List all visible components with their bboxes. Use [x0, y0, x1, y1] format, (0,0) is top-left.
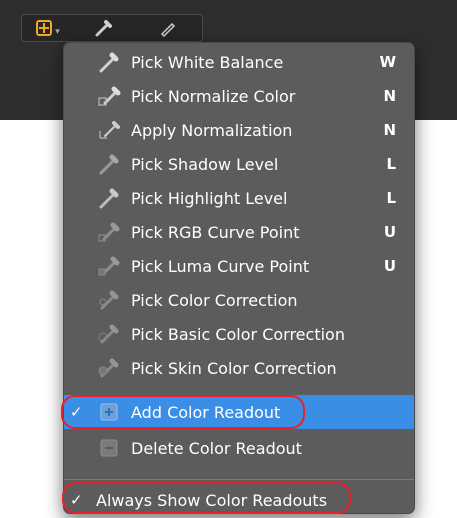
eyedropper-icon: [95, 20, 112, 37]
pen-icon: [160, 22, 176, 38]
menu-item-shortcut: U: [383, 257, 396, 275]
menu-item-apply-normalization[interactable]: Apply Normalization N: [64, 113, 414, 147]
menu-item-pick-color-correction[interactable]: Pick Color Correction: [64, 283, 414, 317]
menu-item-always-show-color-readouts[interactable]: ✓ Always Show Color Readouts: [64, 483, 414, 513]
chevron-down-icon: ▾: [55, 27, 60, 37]
highlight-eyedropper-icon: [96, 186, 122, 210]
rgb-curve-eyedropper-icon: [96, 220, 122, 244]
menu-item-label: Pick Basic Color Correction: [131, 324, 345, 344]
menu-item-label: Add Color Readout: [131, 402, 281, 422]
menu-item-pick-shadow-level[interactable]: Pick Shadow Level L: [64, 147, 414, 181]
basic-color-correction-eyedropper-icon: [96, 322, 122, 346]
menu-item-label: Pick Normalize Color: [131, 86, 296, 106]
shadow-eyedropper-icon: [96, 152, 122, 176]
menu-item-shortcut: N: [383, 121, 396, 139]
menu-item-label: Pick RGB Curve Point: [131, 222, 300, 242]
menu-item-label: Pick Luma Curve Point: [131, 256, 310, 276]
menu-item-label: Pick Skin Color Correction: [131, 358, 337, 378]
pen-tool-button[interactable]: [148, 15, 188, 41]
menu-item-pick-basic-color-correction[interactable]: Pick Basic Color Correction: [64, 317, 414, 351]
menu-item-pick-white-balance[interactable]: Pick White Balance W: [64, 45, 414, 79]
menu-item-label: Pick Highlight Level: [131, 188, 288, 208]
checkmark-icon: ✓: [70, 491, 83, 509]
menu-item-shortcut: N: [383, 87, 396, 105]
color-readout-tool-button[interactable]: ▾: [28, 15, 68, 41]
menu-item-label: Always Show Color Readouts: [96, 490, 328, 510]
delete-readout-icon: [96, 436, 122, 460]
menu-item-pick-normalize-color[interactable]: Pick Normalize Color N: [64, 79, 414, 113]
menu-item-shortcut: U: [383, 223, 396, 241]
menu-item-pick-skin-color-correction[interactable]: Pick Skin Color Correction: [64, 351, 414, 385]
menu-item-pick-luma-curve-point[interactable]: Pick Luma Curve Point U: [64, 249, 414, 283]
menu-item-add-color-readout[interactable]: ✓ Add Color Readout: [64, 395, 414, 429]
color-correction-eyedropper-icon: [96, 288, 122, 312]
menu-item-pick-rgb-curve-point[interactable]: Pick RGB Curve Point U: [64, 215, 414, 249]
menu-item-delete-color-readout[interactable]: Delete Color Readout: [64, 431, 414, 465]
menu-item-pick-highlight-level[interactable]: Pick Highlight Level L: [64, 181, 414, 215]
eyedropper-icon: [96, 50, 122, 74]
menu-item-shortcut: L: [386, 189, 396, 207]
color-readout-icon: [36, 20, 53, 36]
luma-curve-eyedropper-icon: [96, 254, 122, 278]
apply-normalization-icon: [96, 118, 122, 142]
menu-separator: [64, 479, 414, 480]
menu-item-label: Pick Shadow Level: [131, 154, 279, 174]
color-picker-menu: Pick White Balance W Pick Normalize Colo…: [63, 42, 415, 514]
menu-item-label: Apply Normalization: [131, 120, 293, 140]
menu-item-label: Pick White Balance: [131, 52, 284, 72]
add-readout-icon: [96, 400, 122, 424]
menu-item-label: Delete Color Readout: [131, 438, 302, 458]
eyedropper-tool-button[interactable]: [84, 15, 124, 41]
tool-button-group: ▾: [21, 14, 203, 42]
menu-item-shortcut: W: [379, 53, 396, 71]
normalize-eyedropper-icon: [96, 84, 122, 108]
menu-item-shortcut: L: [386, 155, 396, 173]
checkmark-icon: ✓: [70, 403, 83, 421]
skin-color-correction-eyedropper-icon: [96, 356, 122, 380]
menu-item-label: Pick Color Correction: [131, 290, 298, 310]
